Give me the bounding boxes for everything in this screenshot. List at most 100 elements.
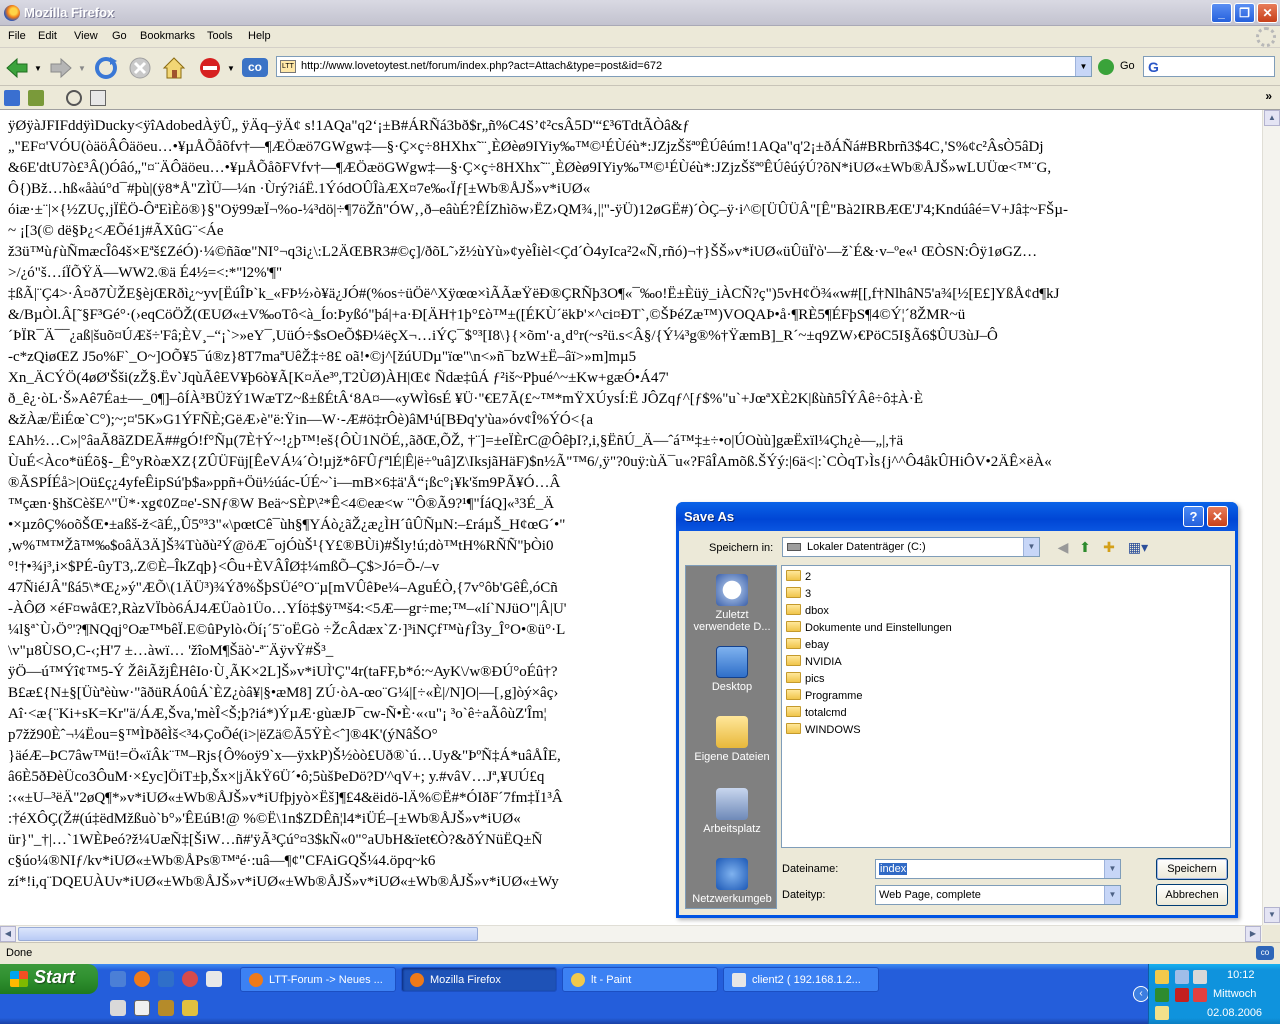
close-button[interactable]: ✕ bbox=[1257, 3, 1278, 23]
search-input[interactable]: G bbox=[1143, 56, 1275, 77]
chevron-down-icon[interactable]: ▼ bbox=[1104, 860, 1120, 878]
scroll-down-icon[interactable]: ▼ bbox=[1264, 907, 1280, 923]
folder-item[interactable]: dbox bbox=[786, 604, 829, 621]
menu-view[interactable]: View bbox=[74, 30, 98, 42]
lock-icon[interactable] bbox=[1193, 970, 1207, 984]
cancel-button[interactable]: Abbrechen bbox=[1156, 884, 1228, 906]
quicklaunch-ie-icon[interactable] bbox=[110, 971, 126, 987]
back-dropdown-icon[interactable]: ▼ bbox=[34, 64, 42, 73]
place-label: Zuletzt verwendete D... bbox=[693, 609, 771, 633]
filename-field[interactable]: index ▼ bbox=[875, 859, 1121, 879]
folder-item[interactable]: pics bbox=[786, 672, 825, 689]
place-my-computer[interactable]: Arbeitsplatz bbox=[686, 788, 778, 835]
menu-bookmarks[interactable]: Bookmarks bbox=[140, 30, 195, 42]
quicklaunch-explorer-icon[interactable] bbox=[206, 971, 222, 987]
vertical-scrollbar[interactable]: ▲ ▼ bbox=[1262, 110, 1280, 925]
folder-item[interactable]: NVIDIA bbox=[786, 655, 842, 672]
folder-item[interactable]: Dokumente und Einstellungen bbox=[786, 621, 952, 638]
mail-icon[interactable] bbox=[90, 90, 106, 106]
folder-item[interactable]: 2 bbox=[786, 570, 811, 587]
back-arrow-icon[interactable] bbox=[4, 55, 30, 81]
chevron-down-icon[interactable]: ▼ bbox=[1023, 538, 1039, 556]
filetype-select[interactable]: Web Page, complete ▼ bbox=[875, 885, 1121, 905]
folder-item[interactable]: Programme bbox=[786, 689, 862, 706]
quicklaunch-firefox-icon[interactable] bbox=[134, 971, 150, 987]
my-computer-icon bbox=[716, 788, 748, 820]
scroll-left-icon[interactable]: ◀ bbox=[0, 926, 16, 942]
dialog-close-button[interactable]: ✕ bbox=[1207, 506, 1228, 527]
tray-app3-icon[interactable] bbox=[1155, 1006, 1169, 1020]
horizontal-scroll-thumb[interactable] bbox=[18, 927, 478, 941]
overflow-chevron-icon[interactable]: » bbox=[1265, 89, 1272, 103]
quicklaunch-pen-icon[interactable] bbox=[182, 1000, 198, 1016]
clock-time[interactable]: 10:12 bbox=[1227, 969, 1255, 981]
adblock-dropdown-icon[interactable]: ▼ bbox=[227, 64, 235, 73]
save-in-dropdown[interactable]: Lokaler Datenträger (C:) ▼ bbox=[782, 537, 1040, 557]
horizontal-scrollbar[interactable]: ◀ ▶ bbox=[0, 925, 1262, 942]
menu-help[interactable]: Help bbox=[248, 30, 271, 42]
scroll-right-icon[interactable]: ▶ bbox=[1245, 926, 1261, 942]
folder-item[interactable]: totalcmd bbox=[786, 706, 847, 723]
help-button[interactable]: ? bbox=[1183, 506, 1204, 527]
co-status-icon[interactable]: co bbox=[1256, 946, 1274, 960]
folder-item[interactable]: WINDOWS bbox=[786, 723, 861, 740]
menu-go[interactable]: Go bbox=[112, 30, 127, 42]
download-icon[interactable] bbox=[28, 90, 44, 106]
recycle-bin-icon[interactable] bbox=[134, 1000, 150, 1016]
task-paint[interactable]: lt - Paint bbox=[562, 967, 718, 992]
content-text-line: -c*zQiøŒZ J5o%F`_O~]OÕ¥5¯ú®z}8T7maªUêŽ‡÷… bbox=[8, 349, 637, 365]
file-list[interactable]: 2 3 dbox Dokumente und Einstellungen eba… bbox=[781, 565, 1231, 848]
place-desktop[interactable]: Desktop bbox=[686, 646, 778, 693]
content-text-line: ™çæn·§hšCèšE^"Ü*·xg¢0Z¤e'-SNƒ®W Beä~SÈP\… bbox=[8, 496, 555, 512]
new-folder-icon[interactable]: ✚ bbox=[1100, 538, 1118, 556]
minimize-button[interactable]: _ bbox=[1211, 3, 1232, 23]
scroll-up-icon[interactable]: ▲ bbox=[1264, 110, 1280, 126]
up-folder-icon[interactable]: ⬆ bbox=[1076, 538, 1094, 556]
forward-dropdown-icon[interactable]: ▼ bbox=[78, 64, 86, 73]
task-mozilla-firefox[interactable]: Mozilla Firefox bbox=[401, 967, 557, 992]
tray-app2-icon[interactable] bbox=[1193, 988, 1207, 1002]
url-bar[interactable]: LTT http://www.lovetoytest.net/forum/ind… bbox=[276, 56, 1092, 77]
network-icon[interactable] bbox=[1175, 970, 1189, 984]
quicklaunch-desktop-icon[interactable] bbox=[158, 971, 174, 987]
security-shield-icon[interactable] bbox=[1155, 970, 1169, 984]
back-icon[interactable]: ◀ bbox=[1054, 538, 1072, 556]
task-ltt-forum[interactable]: LTT-Forum -> Neues ... bbox=[240, 967, 396, 992]
folder-item[interactable]: ebay bbox=[786, 638, 829, 655]
dialog-title-bar[interactable]: Save As ? ✕ bbox=[676, 502, 1238, 531]
bookmarks-sidebar-icon[interactable] bbox=[4, 90, 20, 106]
title-bar[interactable]: Mozilla Firefox _ ❐ ✕ bbox=[0, 0, 1280, 26]
url-dropdown-icon[interactable]: ▼ bbox=[1075, 57, 1091, 76]
menu-edit[interactable]: Edit bbox=[38, 30, 57, 42]
quicklaunch-app-icon[interactable] bbox=[182, 971, 198, 987]
task-client2[interactable]: client2 ( 192.168.1.2... bbox=[723, 967, 879, 992]
folder-item[interactable]: 3 bbox=[786, 587, 811, 604]
forward-arrow-icon[interactable] bbox=[48, 55, 74, 81]
go-label: Go bbox=[1120, 60, 1135, 72]
history-clock-icon[interactable] bbox=[66, 90, 82, 106]
adblock-icon[interactable] bbox=[197, 55, 223, 81]
place-my-documents[interactable]: Eigene Dateien bbox=[686, 716, 778, 763]
url-text[interactable]: http://www.lovetoytest.net/forum/index.p… bbox=[301, 60, 662, 72]
place-network[interactable]: Netzwerkumgeb bbox=[686, 858, 778, 905]
home-icon[interactable] bbox=[161, 55, 187, 81]
place-recent[interactable]: Zuletzt verwendete D... bbox=[686, 574, 778, 633]
start-button[interactable]: Start bbox=[0, 964, 98, 994]
task-label: LTT-Forum -> Neues ... bbox=[269, 974, 383, 986]
reload-icon[interactable] bbox=[93, 55, 119, 81]
antivirus-icon[interactable] bbox=[1175, 988, 1189, 1002]
chevron-down-icon[interactable]: ▼ bbox=[1104, 886, 1120, 904]
quicklaunch-tool-icon[interactable] bbox=[158, 1000, 174, 1016]
menu-file[interactable]: File bbox=[8, 30, 26, 42]
content-text-line: zí*!i,q¨DQEUÀUv*iUØ«±Wb®ÅJŠ»v*iUØ«±Wb®ÅJ… bbox=[8, 874, 559, 890]
tray-expand-icon[interactable]: ‹ bbox=[1133, 986, 1149, 1002]
quicklaunch-doc-icon[interactable] bbox=[110, 1000, 126, 1016]
maximize-button[interactable]: ❐ bbox=[1234, 3, 1255, 23]
menu-tools[interactable]: Tools bbox=[207, 30, 233, 42]
save-button[interactable]: Speichern bbox=[1156, 858, 1228, 880]
view-menu-icon[interactable]: ▦▾ bbox=[1124, 538, 1152, 556]
stop-icon[interactable] bbox=[127, 55, 153, 81]
google-search-icon[interactable]: G bbox=[1148, 59, 1159, 75]
co-extension-icon[interactable]: co bbox=[242, 58, 268, 77]
tray-app-icon[interactable] bbox=[1155, 988, 1169, 1002]
